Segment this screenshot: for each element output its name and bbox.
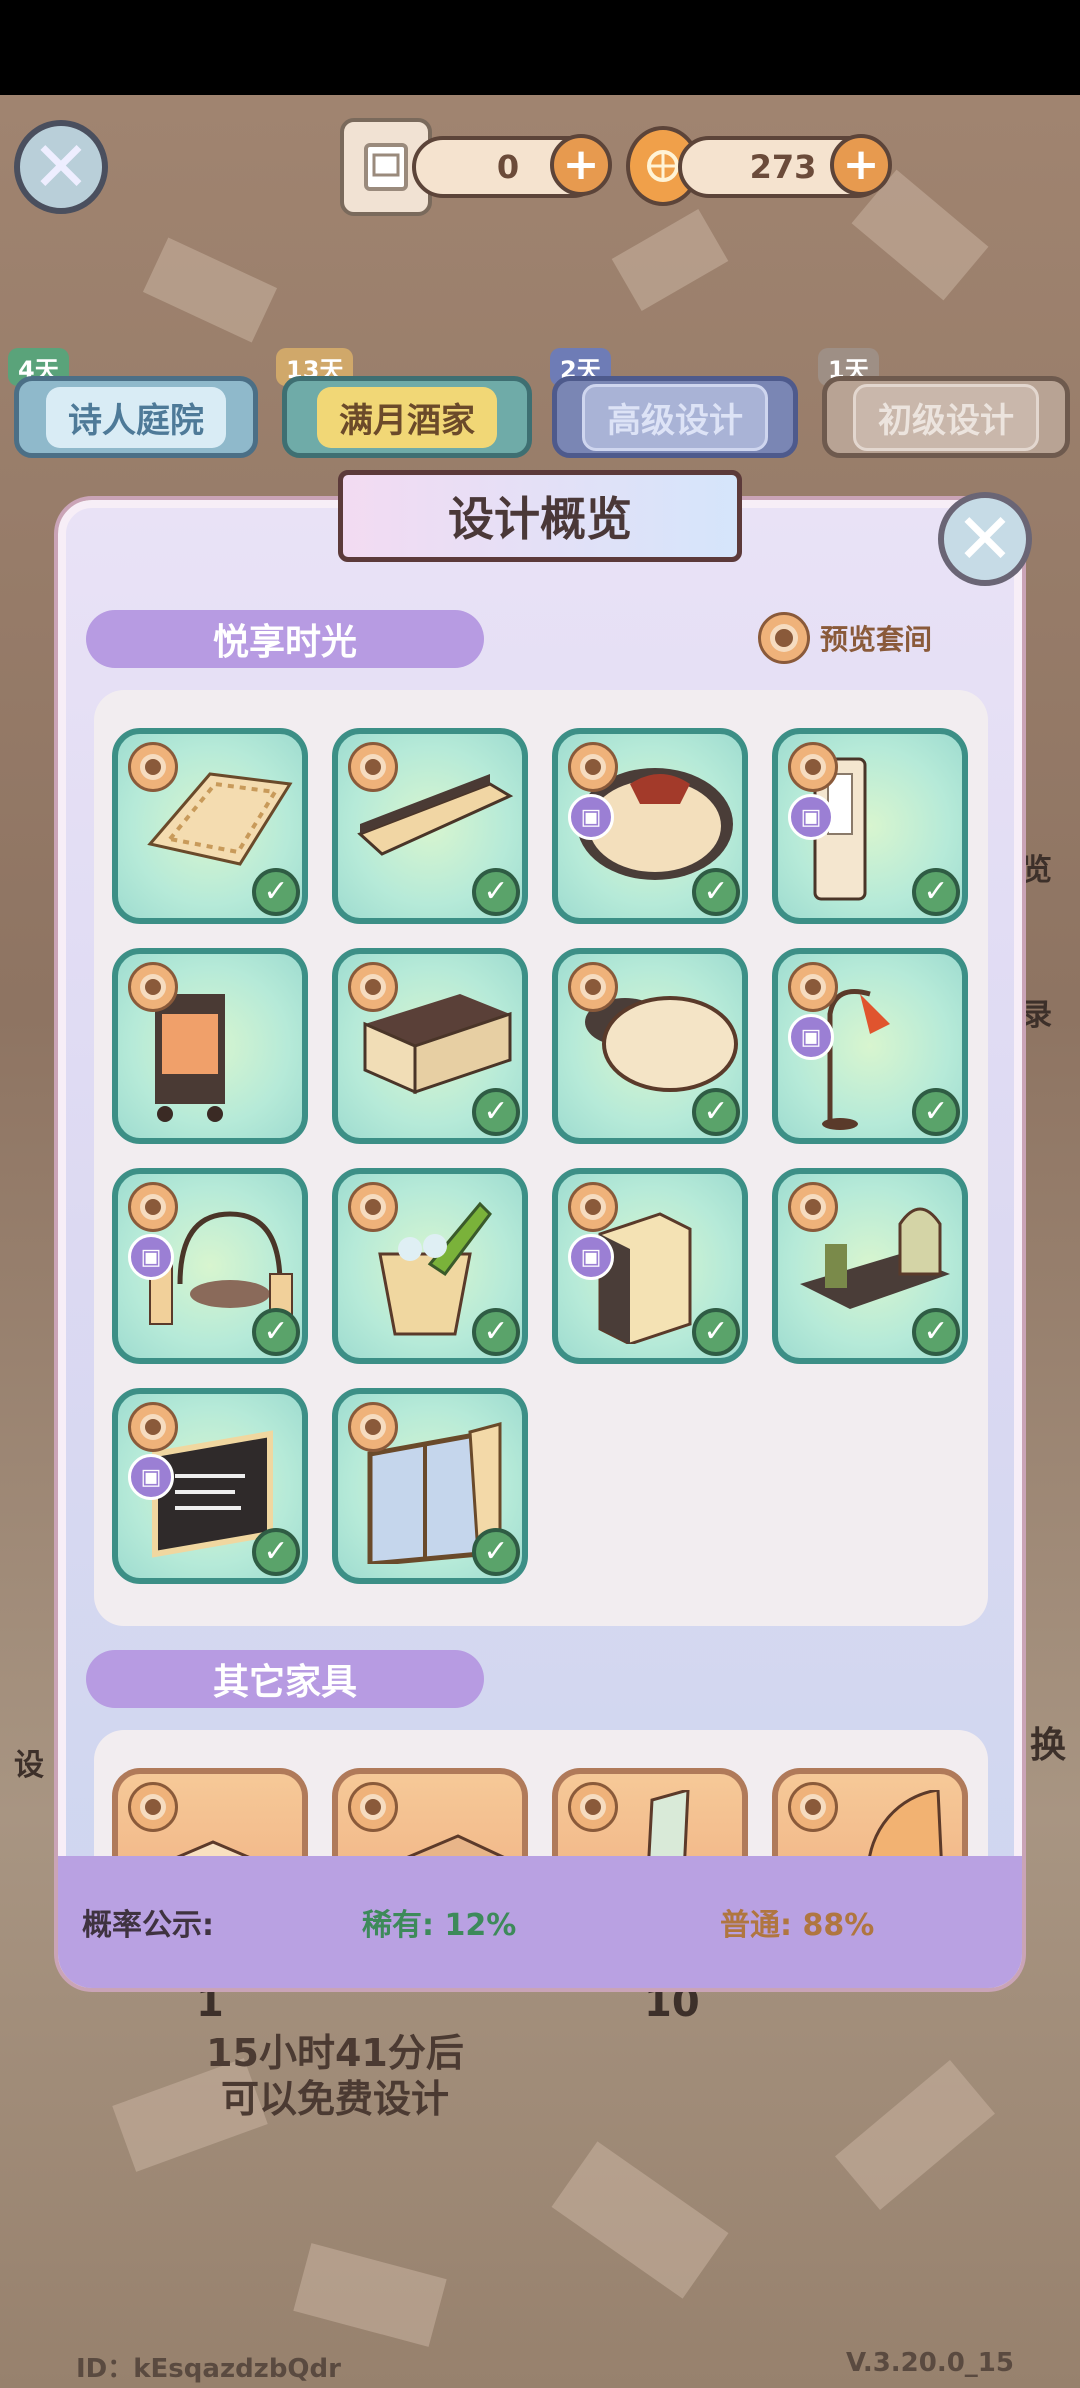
side-label: 览 xyxy=(1022,853,1052,888)
preview-label: 预览套间 xyxy=(820,623,933,656)
collection-box-icon: ▣ xyxy=(788,794,834,840)
eye-icon[interactable] xyxy=(128,1182,178,1232)
eye-icon[interactable] xyxy=(568,962,618,1012)
item-card-round-bed[interactable]: ▣ ✓ xyxy=(552,728,748,924)
side-label: 换 xyxy=(1030,1725,1067,1766)
eye-icon[interactable] xyxy=(348,1182,398,1232)
item-card-window[interactable]: ✓ xyxy=(332,1388,528,1584)
side-label: 设 xyxy=(14,1748,44,1783)
other-item-card[interactable] xyxy=(552,1768,748,1868)
tab-label: 初级设计 xyxy=(853,383,1039,451)
check-icon: ✓ xyxy=(912,1088,960,1136)
add-scroll-button[interactable]: + xyxy=(550,134,612,196)
probability-label: 概率公示: xyxy=(82,1908,214,1943)
item-card-candle-lantern[interactable]: ▣ ✓ xyxy=(112,1168,308,1364)
check-icon: ✓ xyxy=(692,868,740,916)
item-card-round-table[interactable]: ✓ xyxy=(552,948,748,1144)
player-id: ID：kEsqazdzbQdr xyxy=(76,2354,341,2384)
check-icon: ✓ xyxy=(692,1088,740,1136)
tab-basic-design[interactable]: 初级设计 xyxy=(822,376,1070,458)
check-icon: ✓ xyxy=(472,1528,520,1576)
check-icon: ✓ xyxy=(252,1308,300,1356)
item-card-sideboard[interactable]: ✓ xyxy=(332,948,528,1144)
check-icon: ✓ xyxy=(912,1308,960,1356)
collection-box-icon: ▣ xyxy=(128,1454,174,1500)
eye-icon[interactable] xyxy=(348,742,398,792)
close-icon: ✕ xyxy=(955,498,1015,580)
add-coin-button[interactable]: + xyxy=(830,134,892,196)
version-label: V.3.20.0_15 xyxy=(846,2348,1014,2378)
free-design-text: 可以免费设计 xyxy=(220,2077,449,2121)
item-card-diffuser-tray[interactable]: ✓ xyxy=(772,1168,968,1364)
collection-box-icon: ▣ xyxy=(128,1234,174,1280)
eye-icon[interactable] xyxy=(348,962,398,1012)
eye-icon[interactable] xyxy=(128,742,178,792)
tab-full-moon-tavern[interactable]: 满月酒家 xyxy=(282,376,532,458)
eye-icon[interactable] xyxy=(568,742,618,792)
eye-icon[interactable] xyxy=(788,962,838,1012)
tab-poet-courtyard[interactable]: 诗人庭院 xyxy=(14,376,258,458)
modal-close-button[interactable]: ✕ xyxy=(938,492,1032,586)
eye-icon[interactable] xyxy=(128,962,178,1012)
side-label: 录 xyxy=(1022,998,1052,1033)
collection-box-icon: ▣ xyxy=(568,794,614,840)
collection-box-icon: ▣ xyxy=(788,1014,834,1060)
eye-icon[interactable] xyxy=(788,742,838,792)
check-icon: ✓ xyxy=(472,1308,520,1356)
eye-icon[interactable] xyxy=(128,1782,178,1832)
item-card-serving-cart[interactable] xyxy=(112,948,308,1144)
common-probability: 普通: 88% xyxy=(720,1908,875,1943)
preview-suite-button[interactable]: 预览套间 xyxy=(758,610,932,666)
collection-box-icon: ▣ xyxy=(568,1234,614,1280)
close-icon: ✕ xyxy=(31,126,91,208)
eye-icon[interactable] xyxy=(788,1782,838,1832)
other-item-card[interactable] xyxy=(332,1768,528,1868)
modal-title: 设计概览 xyxy=(338,470,742,562)
tab-label: 高级设计 xyxy=(582,383,768,451)
section-title-other-furniture: 其它家具 xyxy=(86,1650,484,1708)
check-icon: ✓ xyxy=(252,1528,300,1576)
status-bar xyxy=(0,0,1080,95)
item-card-mini-fridge[interactable]: ▣ ✓ xyxy=(552,1168,748,1364)
item-card-menu-board[interactable]: ▣ ✓ xyxy=(112,1388,308,1584)
tab-advanced-design[interactable]: 高级设计 xyxy=(552,376,798,458)
eye-icon[interactable] xyxy=(128,1402,178,1452)
check-icon: ✓ xyxy=(912,868,960,916)
eye-icon[interactable] xyxy=(568,1782,618,1832)
check-icon: ✓ xyxy=(252,868,300,916)
section-title-enjoy-time: 悦享时光 xyxy=(86,610,484,668)
close-button[interactable]: ✕ xyxy=(14,120,108,214)
item-card-tv-cabinet[interactable]: ✓ xyxy=(332,728,528,924)
other-item-card[interactable] xyxy=(112,1768,308,1868)
tab-label: 满月酒家 xyxy=(317,386,497,448)
check-icon: ✓ xyxy=(472,1088,520,1136)
check-icon: ✓ xyxy=(692,1308,740,1356)
check-icon: ✓ xyxy=(472,868,520,916)
item-card-air-conditioner[interactable]: ▣ ✓ xyxy=(772,728,968,924)
probability-footer: 概率公示: 稀有: 12% 普通: 88% xyxy=(58,1856,1022,1988)
other-item-card[interactable] xyxy=(772,1768,968,1868)
item-card-champagne-bucket[interactable]: ✓ xyxy=(332,1168,528,1364)
eye-icon[interactable] xyxy=(788,1182,838,1232)
eye-icon xyxy=(758,612,810,664)
tab-label: 诗人庭院 xyxy=(46,386,226,448)
rare-probability: 稀有: 12% xyxy=(362,1908,517,1943)
eye-icon[interactable] xyxy=(568,1182,618,1232)
item-card-rug[interactable]: ✓ xyxy=(112,728,308,924)
item-card-floor-lamp[interactable]: ▣ ✓ xyxy=(772,948,968,1144)
eye-icon[interactable] xyxy=(348,1402,398,1452)
